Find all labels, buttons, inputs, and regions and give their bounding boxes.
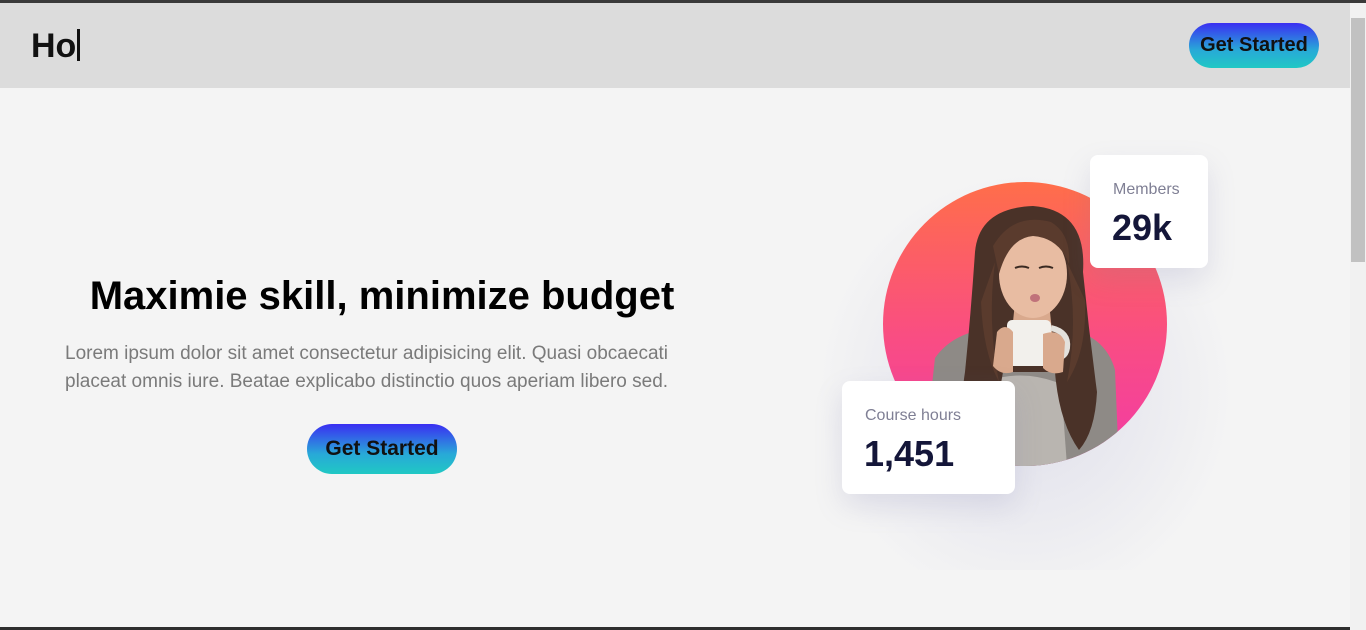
members-value: 29k: [1112, 207, 1173, 248]
page: Ho Get Started Maximie skill, minimize b…: [0, 0, 1366, 630]
members-label: Members: [1113, 181, 1180, 198]
hero-get-started-button[interactable]: Get Started: [307, 424, 457, 474]
hero-title: Maximie skill, minimize budget: [89, 274, 675, 318]
scrollbar-thumb[interactable]: [1351, 18, 1365, 262]
logo-text: Ho: [31, 27, 77, 65]
typing-caret: [77, 29, 81, 61]
hero-description: Lorem ipsum dolor sit amet consectetur a…: [65, 343, 669, 392]
site-header: Ho Get Started: [0, 3, 1350, 88]
course-hours-stat-card: Course hours 1,451: [842, 381, 1015, 494]
course-hours-label: Course hours: [865, 407, 962, 424]
header-get-started-button[interactable]: Get Started: [1189, 23, 1319, 68]
members-stat-card: Members 29k: [1090, 155, 1208, 268]
logo: Ho: [31, 27, 81, 65]
course-hours-value: 1,451: [864, 433, 955, 474]
